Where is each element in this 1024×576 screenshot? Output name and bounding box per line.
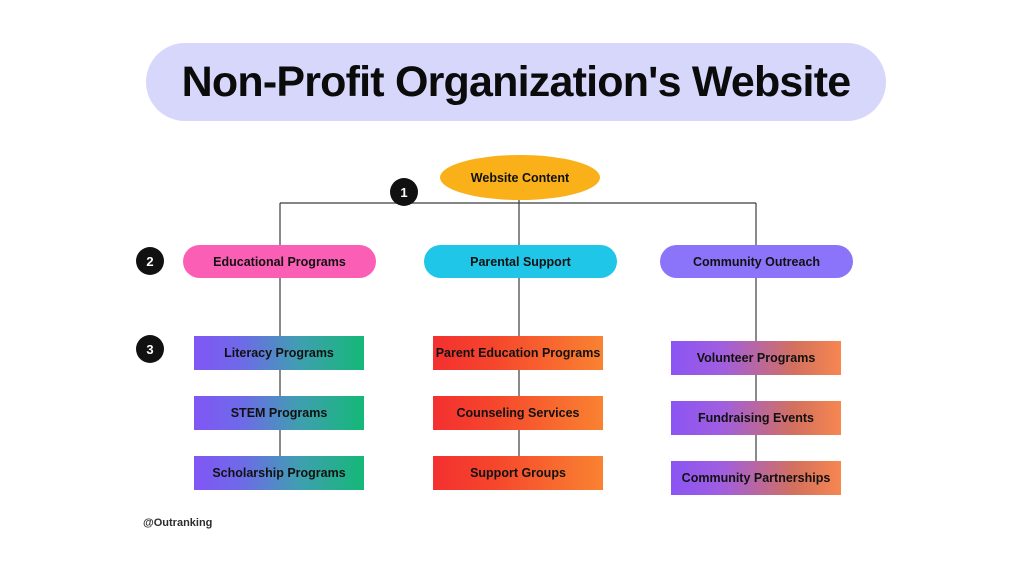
- node-leaf-volunteer-programs[interactable]: Volunteer Programs: [671, 341, 841, 375]
- node-leaf-literacy-programs[interactable]: Literacy Programs: [194, 336, 364, 370]
- node-leaf-label: Community Partnerships: [681, 471, 831, 485]
- node-leaf-label: Parent Education Programs: [435, 346, 601, 360]
- node-branch-parental-support[interactable]: Parental Support: [424, 245, 617, 278]
- node-branch-educational-programs[interactable]: Educational Programs: [183, 245, 376, 278]
- node-leaf-label: Scholarship Programs: [212, 466, 346, 480]
- node-leaf-counseling-services[interactable]: Counseling Services: [433, 396, 603, 430]
- node-leaf-community-partnerships[interactable]: Community Partnerships: [671, 461, 841, 495]
- node-root-label: Website Content: [470, 170, 570, 185]
- step-badge-2: 2: [136, 247, 164, 275]
- node-branch-label: Community Outreach: [692, 254, 821, 269]
- node-leaf-label: STEM Programs: [230, 406, 328, 420]
- node-leaf-parent-education-programs[interactable]: Parent Education Programs: [433, 336, 603, 370]
- node-leaf-label: Literacy Programs: [224, 346, 334, 360]
- watermark-credit: @Outranking: [143, 517, 213, 529]
- node-leaf-scholarship-programs[interactable]: Scholarship Programs: [194, 456, 364, 490]
- node-branch-label: Parental Support: [470, 254, 571, 269]
- node-branch-label: Educational Programs: [213, 254, 346, 269]
- node-leaf-stem-programs[interactable]: STEM Programs: [194, 396, 364, 430]
- diagram-canvas: Non-Profit Organization's Website 1 2 3 …: [0, 0, 1024, 576]
- node-leaf-label: Counseling Services: [456, 406, 580, 420]
- step-badge-3: 3: [136, 335, 164, 363]
- node-branch-community-outreach[interactable]: Community Outreach: [660, 245, 853, 278]
- node-leaf-label: Fundraising Events: [698, 411, 814, 425]
- node-leaf-fundraising-events[interactable]: Fundraising Events: [671, 401, 841, 435]
- node-leaf-support-groups[interactable]: Support Groups: [433, 456, 603, 490]
- node-leaf-label: Volunteer Programs: [696, 351, 816, 365]
- node-root-website-content[interactable]: Website Content: [440, 155, 600, 200]
- node-leaf-label: Support Groups: [470, 466, 566, 480]
- step-badge-1: 1: [390, 178, 418, 206]
